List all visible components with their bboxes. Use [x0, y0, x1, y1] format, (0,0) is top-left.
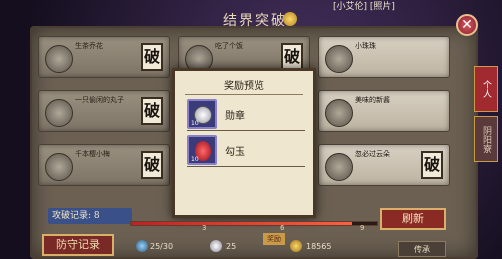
info-icon[interactable]	[283, 12, 297, 26]
realm-card[interactable]: 小珠珠	[318, 36, 450, 78]
progress-mark: 3	[202, 224, 207, 232]
opponent-name: 生茶乔花	[75, 42, 103, 50]
broken-badge: 破	[421, 151, 443, 179]
reward-label: 勾玉	[225, 147, 245, 158]
bottom-bar: 攻破记录: 8 3 6 9 刷新 防守记录 25/30 25 奖励 18565 …	[30, 208, 478, 259]
reward-label: 勋章	[225, 111, 245, 122]
opponent-name: 千本樱小梅	[75, 150, 110, 158]
page-title: 结界突破	[223, 13, 287, 29]
medal-icon	[210, 240, 222, 252]
coin-icon	[290, 240, 302, 252]
realm-card[interactable]: 生茶乔花 破	[38, 36, 170, 78]
broken-badge: 破	[281, 43, 303, 71]
medal-count: 25	[226, 242, 237, 251]
reward-icon-frame: 10	[187, 135, 217, 165]
coin-count: 18565	[306, 242, 332, 251]
progress-fill	[131, 222, 353, 225]
top-link[interactable]: [小艾伦] [照片]	[333, 0, 395, 14]
reward-count: 10	[191, 120, 199, 127]
opponent-avatar	[45, 153, 73, 181]
realm-card[interactable]: 千本樱小梅 破	[38, 144, 170, 186]
break-progress-bar	[130, 221, 378, 226]
realm-card[interactable]: 一只偷闲的丸子 破	[38, 90, 170, 132]
close-button[interactable]: ✕	[456, 14, 478, 36]
defense-record-button[interactable]: 防守记录	[42, 234, 114, 256]
realm-card[interactable]: 美味的新酱	[318, 90, 450, 132]
opponent-avatar	[45, 99, 73, 127]
broken-badge: 破	[141, 97, 163, 125]
opponent-name: 吃了个饭	[215, 42, 243, 50]
reward-seal: 奖励	[263, 233, 285, 245]
opponent-avatar	[45, 45, 73, 73]
broken-badge: 破	[141, 151, 163, 179]
opponent-avatar	[325, 153, 353, 181]
inherit-button[interactable]: 传承	[398, 241, 446, 257]
opponent-avatar	[325, 45, 353, 73]
refresh-button[interactable]: 刷新	[380, 208, 446, 230]
opponent-name: 美味的新酱	[355, 96, 390, 104]
opponent-avatar	[325, 99, 353, 127]
break-record: 攻破记录: 8	[48, 208, 132, 224]
progress-mark: 6	[280, 224, 285, 232]
broken-badge: 破	[141, 43, 163, 71]
opponent-name: 小珠珠	[355, 42, 376, 50]
reward-row: 10 勋章	[187, 99, 305, 131]
tab-guild[interactable]: 阴阳寮	[474, 116, 498, 162]
reward-row: 10 勾玉	[187, 135, 305, 167]
ticket-count: 25/30	[150, 242, 174, 251]
opponent-name: 忽必过云朵	[355, 150, 390, 158]
game-screen: 结界突破 [小艾伦] [照片] ✕ 个人 阴阳寮 生茶乔花 破 吃了个饭 破 小…	[0, 0, 502, 259]
reward-icon-frame: 10	[187, 99, 217, 129]
reward-count: 10	[191, 156, 199, 163]
popup-title: 奖励预览	[185, 79, 303, 95]
ticket-icon	[136, 240, 148, 252]
progress-mark: 9	[360, 224, 365, 232]
tab-personal[interactable]: 个人	[474, 66, 498, 112]
reward-preview-popup: 奖励预览 10 勋章 10 勾玉	[172, 68, 316, 218]
opponent-name: 一只偷闲的丸子	[75, 96, 124, 104]
realm-card[interactable]: 忽必过云朵 破	[318, 144, 450, 186]
